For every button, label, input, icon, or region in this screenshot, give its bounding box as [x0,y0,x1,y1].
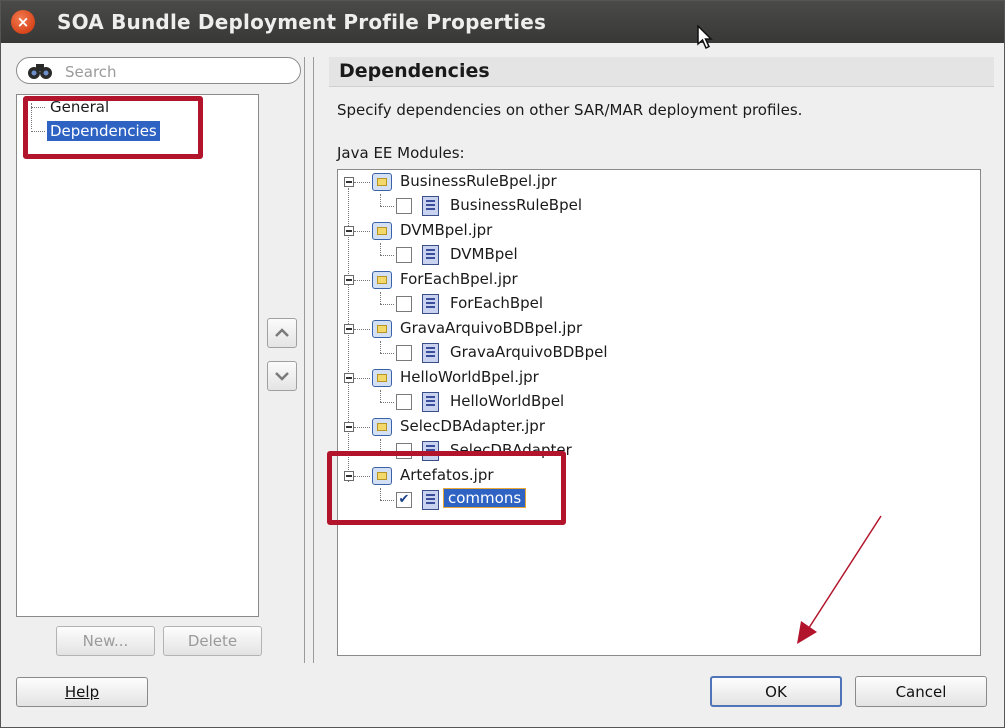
dialog-window: × SOA Bundle Deployment Profile Properti… [0,0,1005,728]
project-folder-icon [372,222,392,240]
project-folder-icon [372,173,392,191]
module-label: DVMBpel [450,245,518,263]
collapse-icon[interactable] [344,422,354,432]
tree-node-project[interactable]: DVMBpel.jpr [338,219,978,243]
tree-node-module[interactable]: DVMBpel [338,243,978,267]
module-checkbox[interactable] [396,247,412,263]
module-checkbox[interactable] [396,345,412,361]
tree-node-project[interactable]: BusinessRuleBpel.jpr [338,170,978,194]
cancel-button[interactable]: Cancel [855,676,987,707]
module-icon [422,294,439,314]
tree-node-project[interactable]: GravaArquivoBDBpel.jpr [338,317,978,341]
highlight-box-nav [23,96,203,159]
module-label: HelloWorldBpel [450,392,565,410]
help-button[interactable]: Help [16,677,148,707]
chevron-up-icon [275,328,289,337]
search-field[interactable] [16,57,301,84]
module-checkbox[interactable] [396,394,412,410]
project-label: BusinessRuleBpel.jpr [400,172,557,190]
tree-node-module[interactable]: ForEachBpel [338,292,978,316]
module-label: BusinessRuleBpel [450,196,583,214]
tree-node-module[interactable]: HelloWorldBpel [338,390,978,414]
collapse-icon[interactable] [344,275,354,285]
module-label: ForEachBpel [450,294,544,312]
module-icon [422,343,439,363]
module-label: GravaArquivoBDBpel [450,343,608,361]
mouse-pointer-icon [697,25,713,50]
panel-title: Dependencies [339,60,490,82]
module-icon [422,196,439,216]
project-label: SelecDBAdapter.jpr [400,417,545,435]
annotation-arrow-icon [797,515,882,644]
module-checkbox[interactable] [396,198,412,214]
module-checkbox[interactable] [396,296,412,312]
panel-description: Specify dependencies on other SAR/MAR de… [337,101,803,119]
collapse-icon[interactable] [344,226,354,236]
new-button[interactable]: New... [56,626,155,656]
tree-node-project[interactable]: HelloWorldBpel.jpr [338,366,978,390]
navigation-tree: General Dependencies [16,94,259,617]
window-title: SOA Bundle Deployment Profile Properties [57,10,547,34]
title-bar: × SOA Bundle Deployment Profile Properti… [1,1,1004,43]
project-folder-icon [372,320,392,338]
project-label: HelloWorldBpel.jpr [400,368,539,386]
tree-node-project[interactable]: ForEachBpel.jpr [338,268,978,292]
collapse-icon[interactable] [344,177,354,187]
help-button-label: Help [64,683,100,701]
collapse-icon[interactable] [344,373,354,383]
project-folder-icon [372,271,392,289]
panel-header: Dependencies [329,57,994,87]
project-label: DVMBpel.jpr [400,221,493,239]
panel-splitter[interactable] [304,57,314,663]
project-folder-icon [372,418,392,436]
tree-node-project[interactable]: SelecDBAdapter.jpr [338,415,978,439]
move-up-button[interactable] [267,318,297,348]
search-input[interactable] [63,60,287,83]
module-icon [422,245,439,265]
chevron-down-icon [275,372,289,381]
binoculars-icon [28,64,52,79]
ok-button[interactable]: OK [710,676,842,707]
tree-node-module[interactable]: GravaArquivoBDBpel [338,341,978,365]
tree-node-module[interactable]: BusinessRuleBpel [338,194,978,218]
project-folder-icon [372,369,392,387]
project-label: GravaArquivoBDBpel.jpr [400,319,583,337]
collapse-icon[interactable] [344,324,354,334]
delete-button[interactable]: Delete [163,626,262,656]
highlight-box-module [327,451,566,525]
modules-label: Java EE Modules: [337,144,465,162]
close-icon[interactable]: × [11,10,35,34]
move-down-button[interactable] [267,361,297,391]
module-icon [422,392,439,412]
project-label: ForEachBpel.jpr [400,270,518,288]
